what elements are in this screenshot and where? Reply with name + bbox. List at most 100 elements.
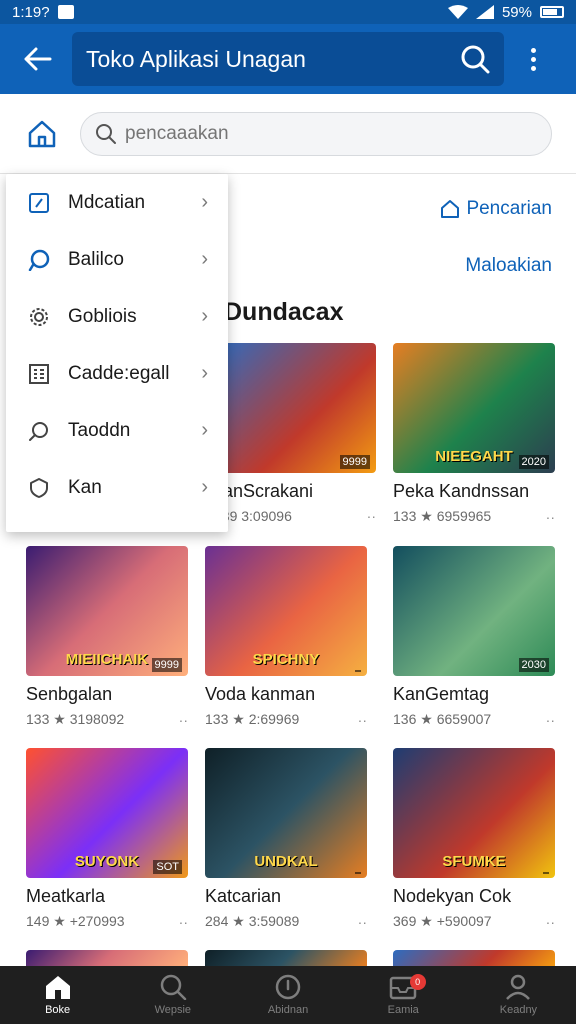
app-thumbnail: SFUMKE: [393, 748, 555, 878]
app-meta: 133 ★ 2:69969 ··: [205, 711, 367, 728]
back-button[interactable]: [14, 35, 62, 83]
app-meta: 133 ★ 3198092 ··: [26, 711, 188, 728]
maloakian-label: Maloakian: [465, 255, 552, 276]
app-name: Katcarian: [205, 886, 282, 906]
drawer-item-balilco[interactable]: Balilco ›: [6, 231, 228, 288]
app-thumbnail-partial[interactable]: [393, 950, 555, 966]
app-meta: 149 ★ +270993 ··: [26, 913, 188, 930]
edit-icon: [26, 190, 52, 216]
app-thumbnail: UNDKAL: [205, 748, 367, 878]
app-meta: 136 ★ 6659007 ··: [393, 711, 555, 728]
info-circle-icon: [275, 974, 301, 1000]
search-icon: [96, 123, 116, 144]
app-name: Meatkarla: [26, 886, 106, 906]
nav-home[interactable]: Boke: [0, 966, 115, 1024]
notification-badge: 0: [409, 974, 426, 990]
battery-icon: [540, 6, 564, 18]
app-card[interactable]: 9999 kanScrakani 139 3:09096 ··: [214, 343, 376, 524]
nav-label: Boke: [45, 1004, 71, 1016]
drawer-item-label: Kan: [68, 476, 102, 498]
app-card[interactable]: SUYONK SOT Meatkarla 149 ★ +270993 ··: [26, 748, 188, 930]
home-icon: [45, 976, 70, 999]
app-name: kanScrakani: [214, 481, 314, 501]
pencarian-link[interactable]: Pencarian: [440, 198, 552, 220]
wifi-icon: [447, 5, 468, 19]
search-row: [0, 94, 576, 174]
shield-icon: [26, 475, 52, 501]
nav-abidnan[interactable]: Abidnan: [230, 966, 345, 1024]
pencarian-label: Pencarian: [466, 198, 552, 219]
app-name: Nodekyan Cok: [393, 886, 512, 906]
app-meta: 133 ★ 6959965 ··: [393, 508, 555, 525]
app-card[interactable]: SFUMKE Nodekyan Cok 369 ★ +590097 ··: [393, 748, 555, 930]
status-time: 1:19?: [12, 3, 50, 21]
grid-icon: [26, 361, 52, 387]
app-title: Toko Apl‍ikasi Unagan: [86, 45, 306, 72]
app-thumbnail: MIEIICHAIK 9999: [26, 546, 188, 676]
drawer-item-label: Gobliois: [68, 305, 137, 327]
app-name: Voda kanman: [205, 684, 316, 704]
more-dots-icon[interactable]: ··: [179, 712, 188, 728]
app-card[interactable]: MIEIICHAIK 9999 Senbgalan 133 ★ 3198092 ··: [26, 546, 188, 728]
drawer-item-label: Balilco: [68, 248, 124, 270]
nav-label: Wepsie: [154, 1004, 192, 1016]
maloakian-link[interactable]: Maloakian: [465, 255, 552, 277]
chevron-right-icon: ›: [201, 476, 208, 498]
chat-icon: [26, 247, 52, 273]
app-thumbnail: SUYONK SOT: [26, 748, 188, 878]
home-icon[interactable]: [22, 114, 62, 154]
chevron-right-icon: ›: [201, 362, 208, 384]
drawer-item-gobliois[interactable]: Gobliois ›: [6, 288, 228, 345]
app-name: KanGemtag: [393, 684, 490, 704]
app-thumbnail: NIEEGAHT 2020: [393, 343, 555, 473]
more-dots-icon[interactable]: ··: [179, 914, 188, 930]
search-icon: [26, 418, 52, 444]
drawer-item-kan[interactable]: Kan ›: [6, 459, 228, 516]
app-thumbnail-partial[interactable]: [26, 950, 188, 966]
nav-eamia[interactable]: 0 Eamia: [346, 966, 461, 1024]
app-card[interactable]: 2030 KanGemtag 136 ★ 6659007 ··: [393, 546, 555, 728]
app-name: Senbgalan: [26, 684, 113, 704]
drawer-item-label: Taoddn: [68, 419, 131, 441]
app-card[interactable]: UNDKAL Katcarian 284 ★ 3:59089 ··: [205, 748, 367, 930]
drawer-item-label: Cadde:egall: [68, 362, 170, 384]
app-thumbnail: 9999: [214, 343, 376, 473]
app-card[interactable]: NIEEGAHT 2020 Peka Kandnssan 133 ★ 695996…: [393, 343, 555, 525]
app-name: Peka Kandnssan: [393, 481, 530, 501]
search-icon[interactable]: [460, 44, 490, 74]
app-card[interactable]: SPICHNY Voda kanman 133 ★ 2:69969 ··: [205, 546, 367, 728]
app-bar: Toko Apl‍ikasi Unagan: [0, 24, 576, 94]
section-title: Dundacax: [224, 298, 344, 326]
more-options-button[interactable]: [518, 47, 548, 71]
nav-label: Keadny: [499, 1004, 538, 1016]
more-dots-icon[interactable]: ··: [358, 712, 367, 728]
app-thumbnail: SPICHNY: [205, 546, 367, 676]
chevron-right-icon: ›: [201, 419, 208, 441]
signal-icon: [475, 5, 494, 19]
chevron-right-icon: ›: [201, 191, 208, 213]
drawer-item-caddeegall[interactable]: Cadde:egall ›: [6, 345, 228, 402]
more-dots-icon[interactable]: ··: [358, 914, 367, 930]
app-thumbnail-partial[interactable]: [205, 950, 367, 966]
app-meta: 369 ★ +590097 ··: [393, 913, 555, 930]
more-dots-icon[interactable]: ··: [546, 712, 555, 728]
more-dots-icon[interactable]: ··: [546, 509, 555, 525]
nav-search[interactable]: Wepsie: [115, 966, 230, 1024]
drawer-item-label: Mdcatian: [68, 191, 146, 213]
title-box: Toko Apl‍ikasi Unagan: [72, 32, 504, 86]
more-dots-icon[interactable]: ··: [546, 914, 555, 930]
battery-percent: 59%: [501, 3, 532, 21]
home-outline-icon: [441, 200, 460, 218]
drawer-item-taoddn[interactable]: Taoddn ›: [6, 402, 228, 459]
chevron-right-icon: ›: [201, 305, 208, 327]
search-box[interactable]: [80, 111, 552, 156]
drawer-menu: Mdcatian › Balilco › Gobliois › Cadde:eg…: [6, 174, 228, 532]
chevron-right-icon: ›: [201, 248, 208, 270]
bottom-navigation: Boke Wepsie Abidnan 0 Eamia Keadny: [0, 966, 576, 1024]
nav-profile[interactable]: Keadny: [461, 966, 576, 1024]
nav-label: Eamia: [387, 1004, 419, 1016]
more-dots-icon[interactable]: ··: [367, 508, 376, 524]
status-bar: 1:19? 59%: [0, 0, 576, 24]
drawer-item-mdcatian[interactable]: Mdcatian ›: [6, 174, 228, 231]
search-input[interactable]: [125, 122, 525, 145]
